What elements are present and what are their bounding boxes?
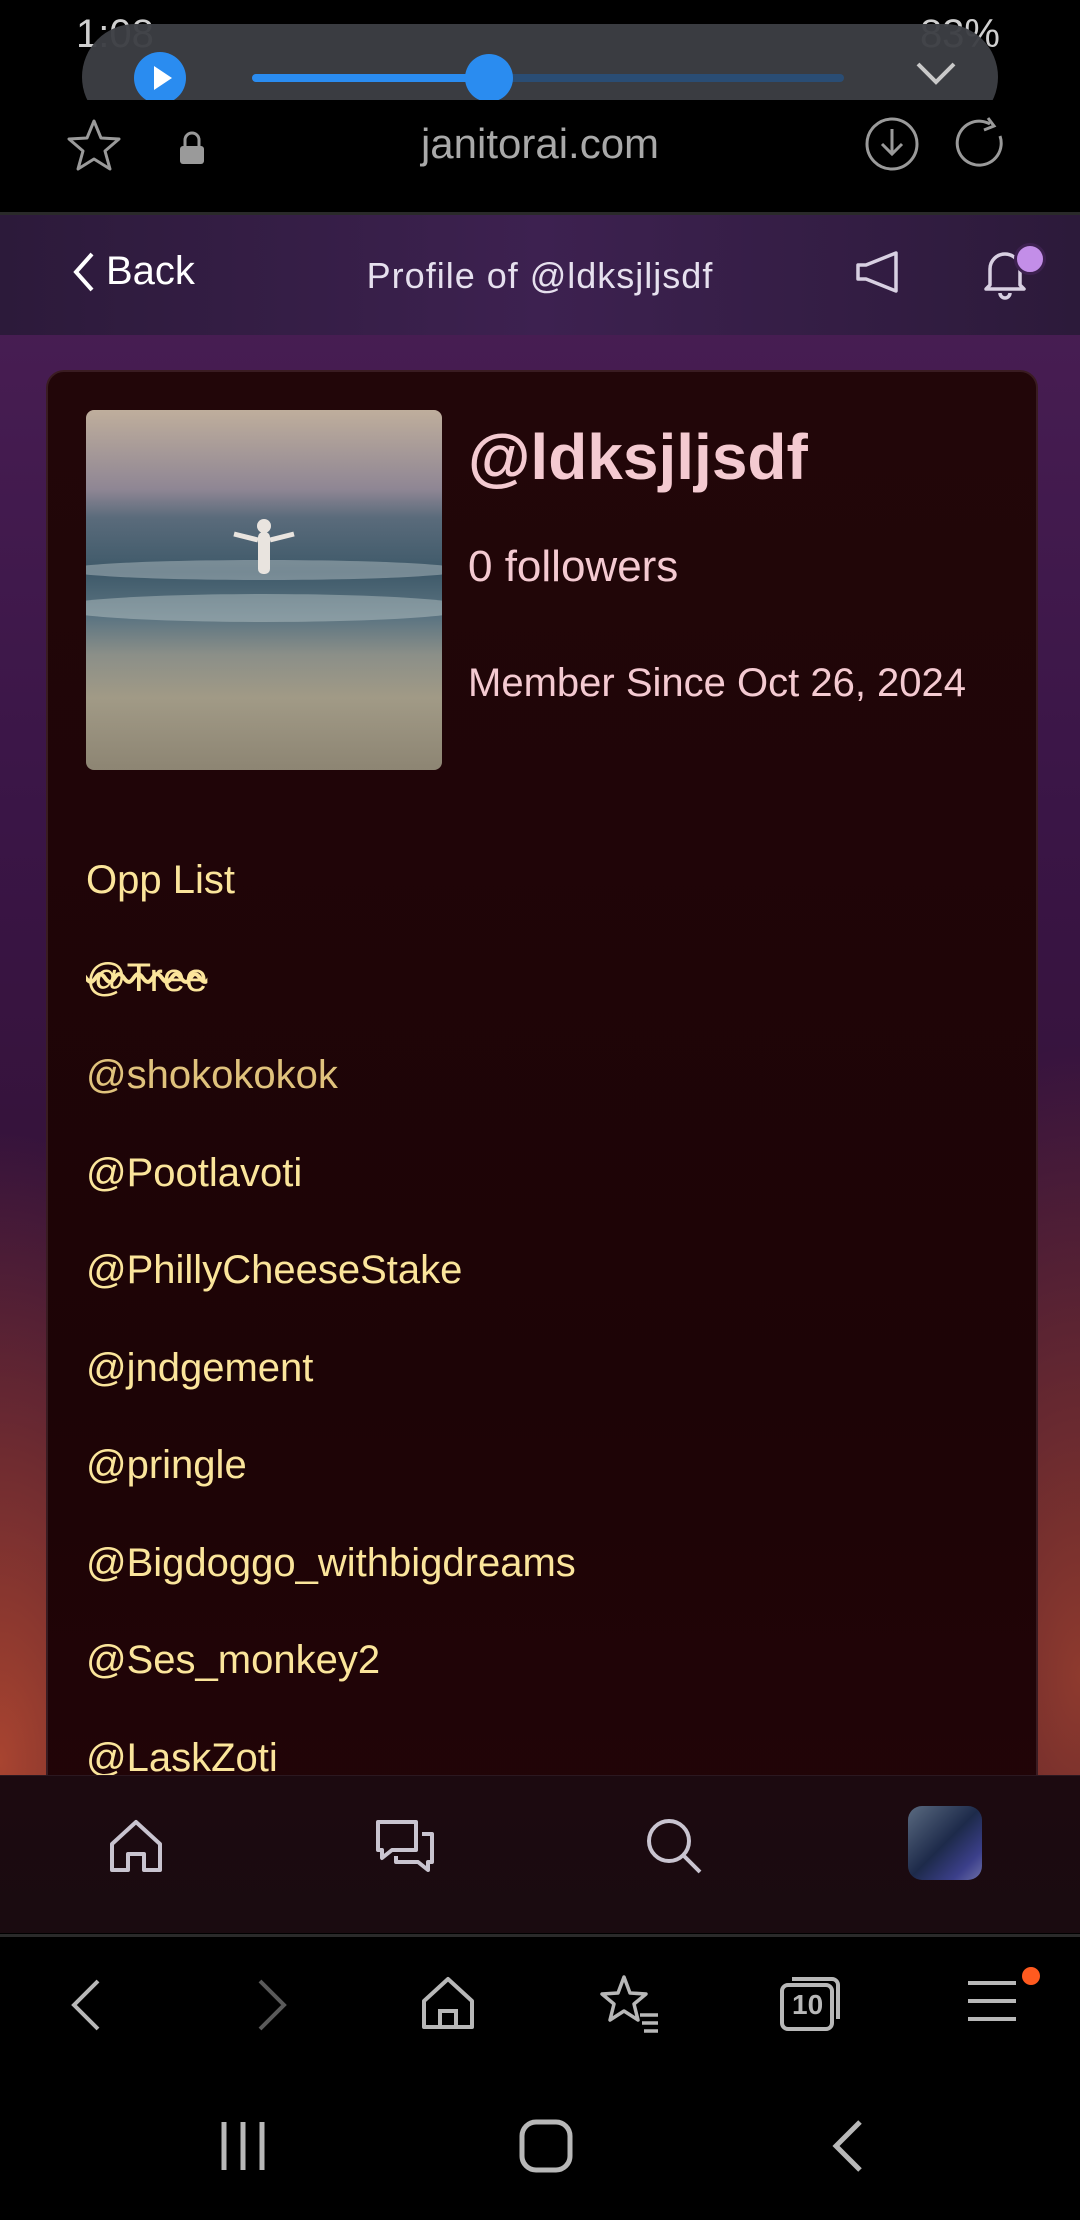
download-icon[interactable] xyxy=(862,114,922,179)
bio-entry: @PhillyCheeseStake xyxy=(86,1248,463,1292)
home-icon[interactable] xyxy=(104,1814,168,1883)
site-bottom-nav xyxy=(0,1775,1080,1933)
media-seekbar[interactable] xyxy=(252,54,844,102)
bio-entry: @Tree xyxy=(86,955,208,1000)
system-back-icon[interactable] xyxy=(828,2118,868,2179)
user-avatar[interactable] xyxy=(908,1806,982,1880)
chat-icon[interactable] xyxy=(372,1814,438,1883)
profile-username: @ldksjljsdf xyxy=(468,421,808,493)
home-button-icon[interactable] xyxy=(518,2118,574,2179)
chevron-right-icon[interactable] xyxy=(252,1973,292,2042)
lock-icon xyxy=(176,130,208,171)
bell-icon[interactable] xyxy=(980,243,1046,306)
followers-count[interactable]: 0 followers xyxy=(468,542,678,592)
browser-url-bar: janitorai.com xyxy=(0,100,1080,212)
menu-icon[interactable] xyxy=(964,1967,1040,2034)
profile-bio: Opp List @Tree @shokokokok @Pootlavoti @… xyxy=(86,832,986,1807)
reload-icon[interactable] xyxy=(952,114,1012,179)
bio-entry: @Pootlavoti xyxy=(86,1150,303,1195)
bio-entry: @jndgement xyxy=(86,1345,314,1390)
url-text[interactable]: janitorai.com xyxy=(300,120,780,168)
back-button-label: Back xyxy=(106,249,195,293)
bookmarks-icon[interactable] xyxy=(598,1973,662,2040)
megaphone-icon[interactable] xyxy=(852,247,906,302)
member-since: Member Since Oct 26, 2024 xyxy=(468,661,967,705)
chevron-down-icon[interactable] xyxy=(914,58,958,93)
play-button[interactable] xyxy=(134,52,186,104)
system-nav xyxy=(0,2074,1080,2220)
browser-toolbar: 10 xyxy=(0,1934,1080,2077)
page-title: Profile of @ldksjljsdf xyxy=(366,255,714,296)
home-icon[interactable] xyxy=(418,1973,478,2038)
menu-badge xyxy=(1022,1967,1040,1985)
media-seekbar-thumb[interactable] xyxy=(464,54,513,102)
chevron-left-icon[interactable] xyxy=(66,1973,106,2042)
back-button[interactable]: Back xyxy=(70,249,195,294)
site-header: Back Profile of @ldksjljsdf xyxy=(0,215,1080,335)
search-icon[interactable] xyxy=(642,1814,706,1883)
web-page: Back Profile of @ldksjljsdf @ldksjljsdf … xyxy=(0,215,1080,1933)
bio-entry: @Bigdoggo_withbigdreams xyxy=(86,1540,576,1585)
bio-entry: @Ses_monkey2 xyxy=(86,1638,381,1682)
profile-card: @ldksjljsdf 0 followers Member Since Oct… xyxy=(46,370,1038,1933)
notification-dot xyxy=(1014,243,1046,275)
star-icon[interactable] xyxy=(64,116,124,181)
chevron-left-icon xyxy=(73,252,94,291)
bio-entry: @shokokokok xyxy=(86,1053,338,1097)
profile-avatar[interactable] xyxy=(86,410,442,770)
bio-heading: Opp List xyxy=(86,858,235,902)
recent-apps-icon[interactable] xyxy=(218,2118,268,2179)
beach-photo-image xyxy=(86,519,442,622)
tabs-icon[interactable]: 10 xyxy=(778,1973,842,2040)
bio-entry: @pringle xyxy=(86,1443,247,1487)
tab-count: 10 xyxy=(792,1989,824,2020)
media-seekbar-fill xyxy=(252,74,489,82)
